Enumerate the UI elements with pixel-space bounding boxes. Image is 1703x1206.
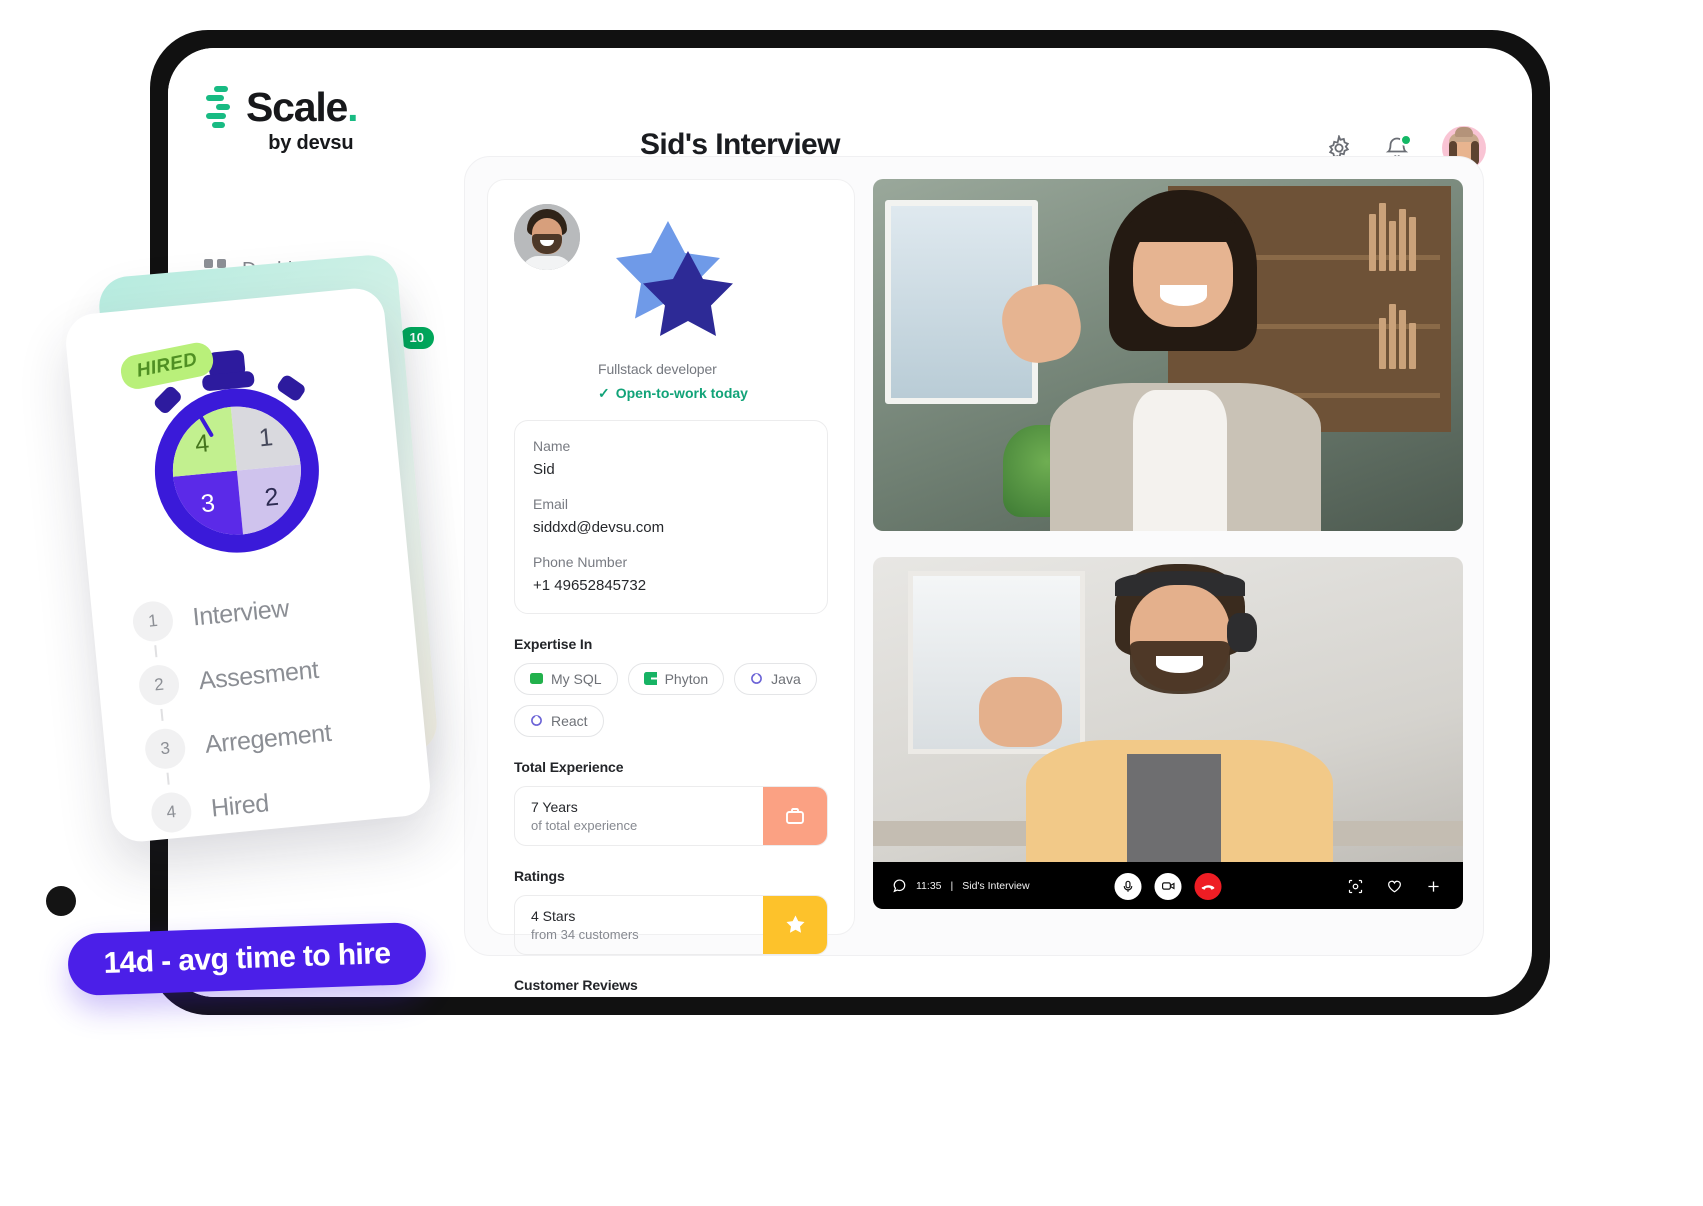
python-icon <box>643 672 657 686</box>
status-label: Open-to-work today <box>615 385 748 402</box>
ratings-row: 4 Stars from 34 customers <box>514 894 828 955</box>
call-control-bar: 11:35 | Sid's Interview <box>873 862 1463 909</box>
microphone-icon <box>1123 880 1133 892</box>
step-item: 2 Assesment <box>137 643 390 722</box>
mysql-icon <box>530 672 543 685</box>
experience-action-button[interactable] <box>763 786 827 845</box>
reviews-title: Customer Reviews <box>514 976 638 993</box>
call-controls <box>1114 872 1222 900</box>
java-icon <box>750 672 763 685</box>
call-separator: | <box>950 880 954 892</box>
step-label: Interview <box>191 593 291 631</box>
step-number: 1 <box>131 599 175 644</box>
avg-time-to-hire-label: 14d - avg time to hire <box>103 937 391 980</box>
decorative-dot <box>46 886 76 916</box>
hiring-steps: 1 Interview 2 Assesment 3 Arregement 4 H… <box>131 579 404 844</box>
call-meta: 11:35 | Sid's Interview <box>893 879 1030 893</box>
scene: Scale. by devsu Dashboard Messages 10 <box>0 0 1703 1206</box>
step-label: Assesment <box>197 655 320 695</box>
scale-logo-icon <box>206 86 232 128</box>
svg-text:4: 4 <box>194 429 211 458</box>
chip-label: React <box>551 712 588 729</box>
camera-button[interactable] <box>1154 872 1182 900</box>
call-right-actions <box>1348 879 1441 894</box>
ratings-value: 4 Stars <box>531 907 576 924</box>
field-value-name: Sid <box>533 460 555 478</box>
step-label: Hired <box>209 788 270 823</box>
step-item: 1 Interview <box>131 579 384 658</box>
step-connector <box>154 645 158 658</box>
video-call-area: 11:35 | Sid's Interview <box>873 179 1463 935</box>
step-connector <box>166 772 170 785</box>
ratings-action-button[interactable] <box>763 895 827 954</box>
heart-icon[interactable] <box>1387 879 1402 894</box>
step-number: 2 <box>137 663 181 707</box>
field-label: Email <box>533 495 569 512</box>
star-icon <box>785 915 805 934</box>
experience-value: 7 Years <box>531 798 578 815</box>
hire-process-card: HIRED 1 2 3 4 1 Interview 2 Assesment 3 … <box>63 285 433 845</box>
candidate-role: Fullstack developer <box>598 360 717 377</box>
call-timestamp: 11:35 <box>916 880 942 892</box>
chip-java[interactable]: Java <box>734 662 817 695</box>
experience-caption: of total experience <box>531 817 638 833</box>
svg-text:1: 1 <box>258 423 275 452</box>
video-camera-icon <box>1161 882 1175 890</box>
profile-header: Fullstack developer ✓ Open-to-work today <box>514 204 828 402</box>
candidate-photo <box>514 204 580 270</box>
field-label: Name <box>533 437 571 454</box>
chip-label: Phyton <box>664 670 709 687</box>
check-icon: ✓ <box>598 384 610 401</box>
ratings-caption: from 34 customers <box>531 926 639 942</box>
end-call-button[interactable] <box>1194 872 1222 900</box>
chip-label: My SQL <box>551 670 602 687</box>
notification-dot <box>1400 134 1412 146</box>
step-label: Arregement <box>203 718 333 759</box>
experience-row: 7 Years of total experience <box>514 785 828 846</box>
svg-text:2: 2 <box>263 483 280 512</box>
chip-react[interactable]: React <box>514 704 604 737</box>
chip-python[interactable]: Phyton <box>627 662 725 695</box>
chip-label: Java <box>771 670 801 687</box>
star-badge-icon <box>598 220 748 360</box>
logo-wordmark: Scale. <box>246 83 359 130</box>
video-tile-participant-1[interactable] <box>873 179 1463 531</box>
field-value-email: siddxd@devsu.com <box>533 518 665 536</box>
plus-icon[interactable] <box>1426 879 1441 894</box>
ratings-title: Ratings <box>514 867 565 884</box>
step-number: 3 <box>143 726 188 771</box>
step-item: 3 Arregement <box>143 707 396 785</box>
avg-time-to-hire-badge: 14d - avg time to hire <box>67 921 427 997</box>
react-icon <box>530 714 543 727</box>
field-label: Phone Number <box>533 553 628 570</box>
expertise-title: Expertise In <box>514 635 593 652</box>
status-badge: ✓ Open-to-work today <box>598 385 748 402</box>
mic-button[interactable] <box>1114 872 1142 900</box>
messages-badge: 10 <box>399 327 434 349</box>
phone-hangup-icon <box>1201 885 1214 890</box>
experience-title: Total Experience <box>514 758 624 775</box>
svg-text:3: 3 <box>200 489 217 518</box>
step-number: 4 <box>149 790 194 835</box>
step-connector <box>160 708 164 722</box>
chip-mysql[interactable]: My SQL <box>514 662 618 695</box>
briefcase-icon <box>786 808 804 824</box>
logo-tagline: by devsu <box>268 132 354 154</box>
candidate-fields: Name Sid Email siddxd@devsu.com Phone Nu… <box>514 419 828 614</box>
field-value-phone: +1 49652845732 <box>533 576 647 594</box>
call-title: Sid's Interview <box>962 880 1030 892</box>
chat-bubble-icon <box>893 879 906 893</box>
candidate-profile-card: Fullstack developer ✓ Open-to-work today… <box>487 179 855 993</box>
main-panel: Fullstack developer ✓ Open-to-work today… <box>464 156 1484 993</box>
app-logo: Scale. by devsu <box>206 83 359 155</box>
video-tile-participant-2[interactable]: 11:35 | Sid's Interview <box>873 557 1463 909</box>
focus-icon[interactable] <box>1348 879 1363 894</box>
expertise-chips: My SQL Phyton Java React <box>514 662 828 737</box>
